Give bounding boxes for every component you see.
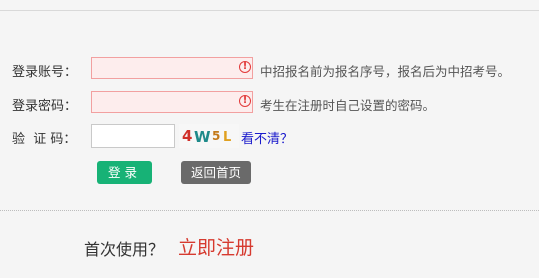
account-label: 登录账号： — [12, 65, 78, 80]
captcha-image[interactable]: 4 W 5 L — [179, 124, 239, 148]
exclamation-circle-icon: ! — [239, 61, 251, 73]
top-divider — [0, 10, 539, 11]
exclamation-circle-icon: ! — [239, 95, 251, 107]
password-hint: 考生在注册时自己设置的密码。 — [260, 98, 436, 113]
register-link[interactable]: 立即注册 — [178, 233, 254, 260]
refresh-captcha-link[interactable]: 看不清？ — [241, 128, 293, 147]
account-hint: 中招报名前为报名序号，报名后为中招考号。 — [260, 64, 511, 79]
password-input[interactable] — [91, 91, 253, 113]
login-button[interactable]: 登录 — [97, 161, 152, 184]
captcha-input[interactable] — [91, 124, 175, 148]
captcha-label: 验 证 码： — [12, 132, 77, 147]
password-row: 登录密码： ! 考生在注册时自己设置的密码。 — [0, 91, 539, 115]
bottom-divider — [0, 210, 539, 211]
first-use-text: 首次使用？ — [84, 240, 165, 259]
password-label: 登录密码： — [12, 99, 78, 114]
account-input[interactable] — [91, 57, 253, 79]
captcha-row: 验 证 码： 4 W 5 L 看不清？ — [0, 124, 539, 148]
account-row: 登录账号： ! 中招报名前为报名序号，报名后为中招考号。 — [0, 57, 539, 81]
home-button[interactable]: 返回首页 — [181, 161, 251, 184]
